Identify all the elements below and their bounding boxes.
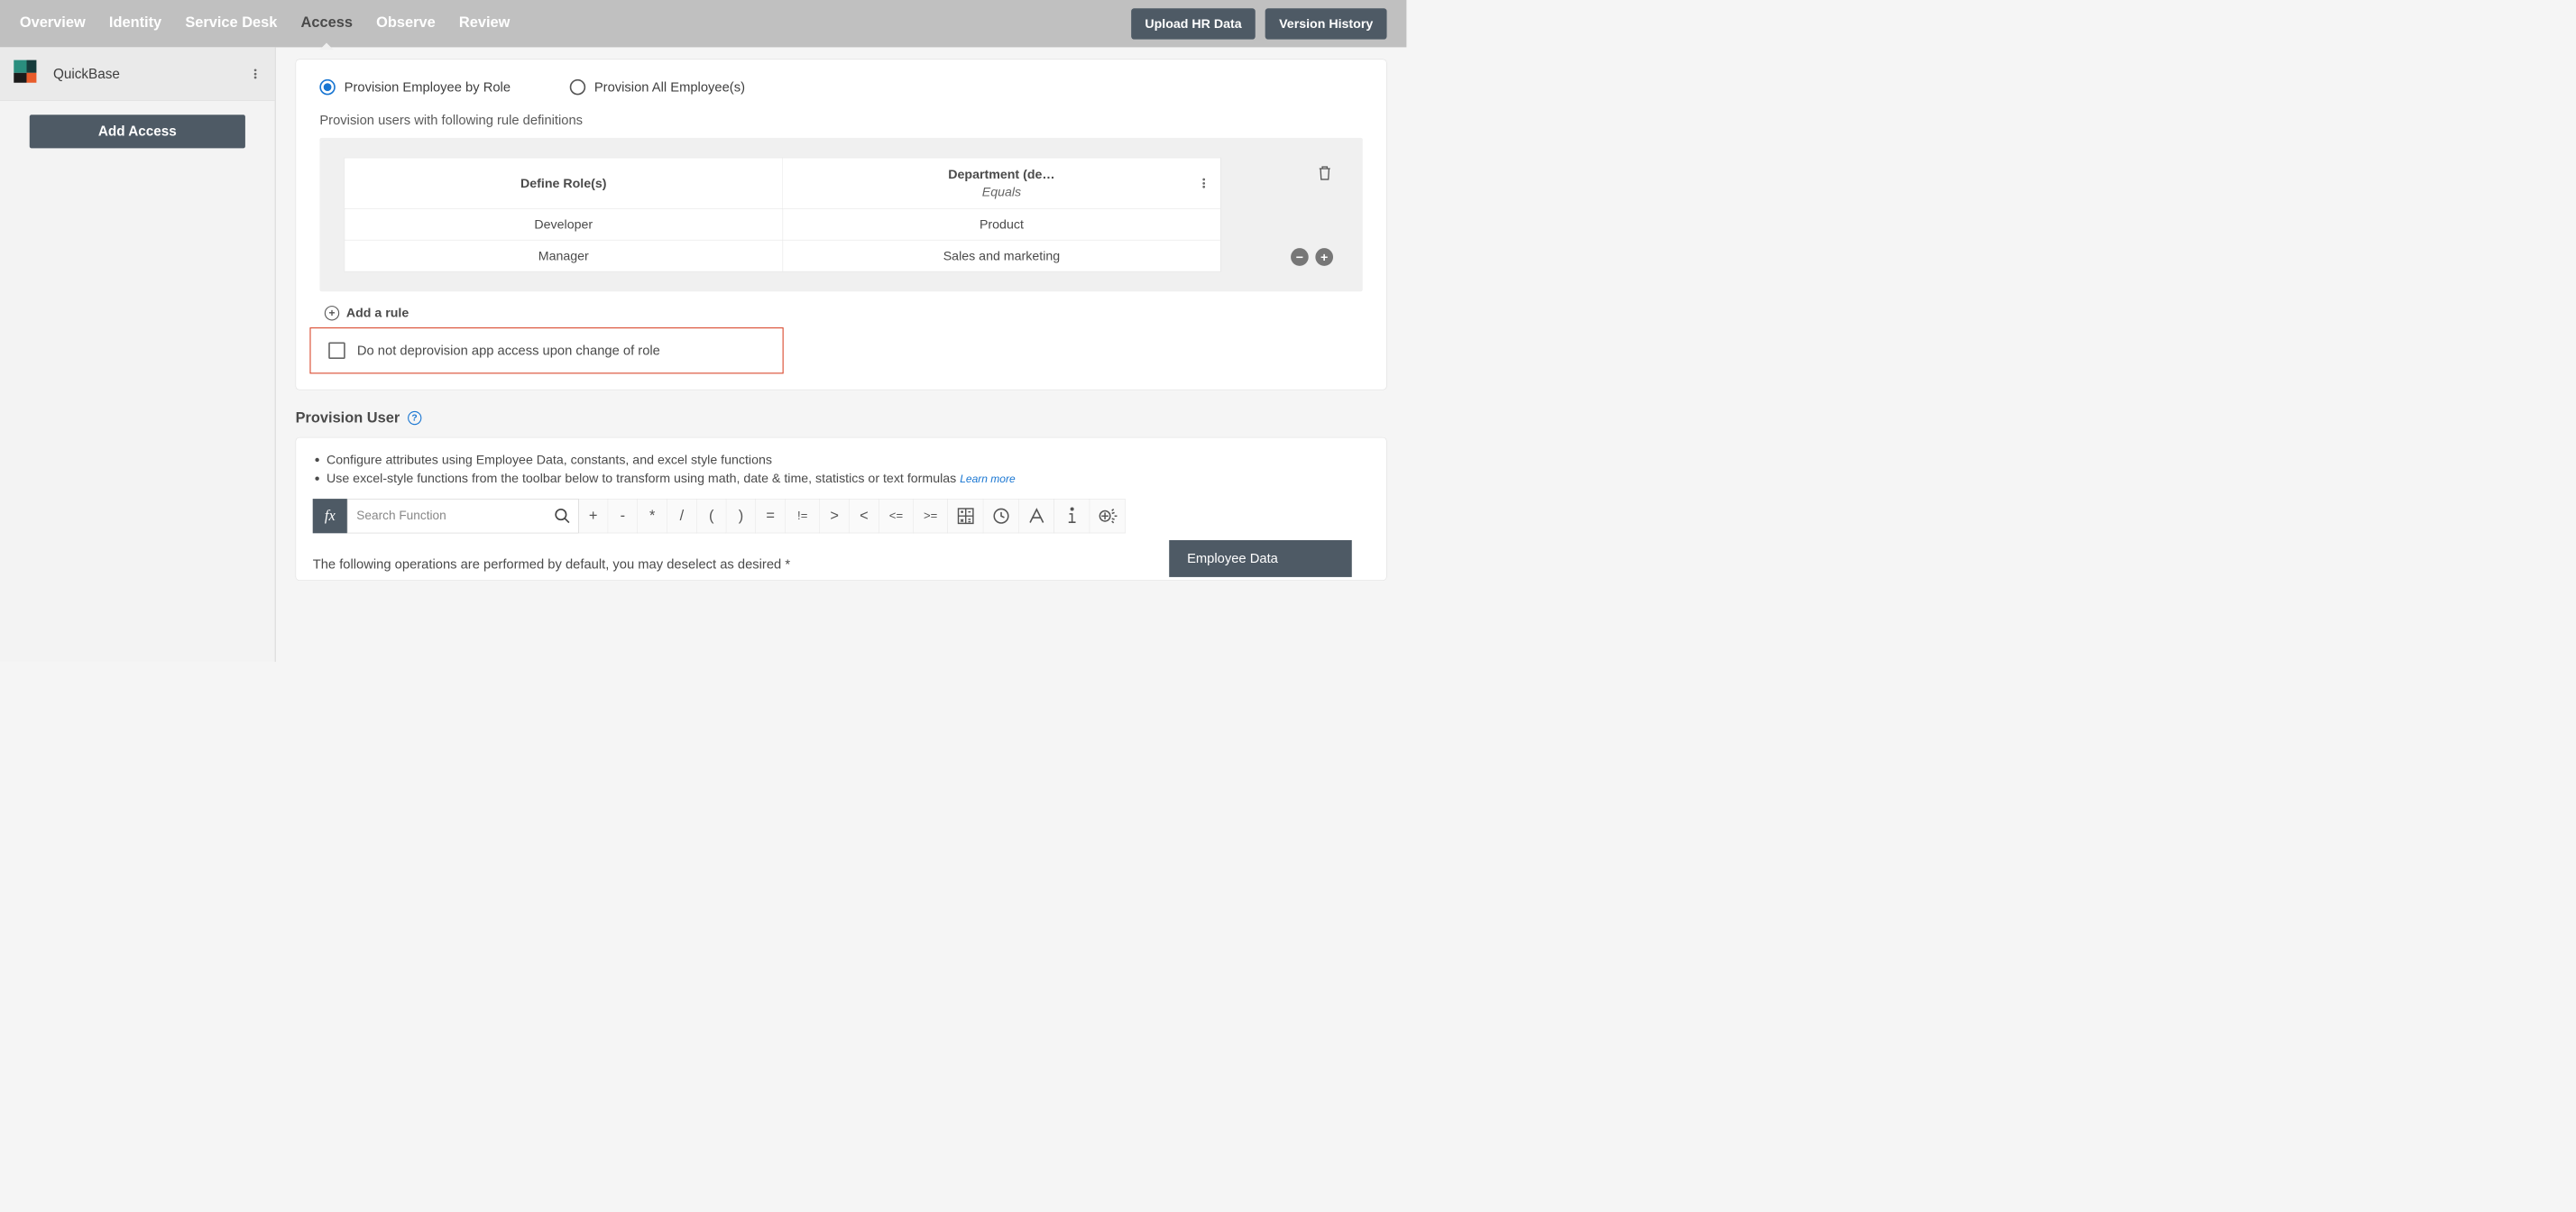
radio-provision-by-role[interactable]: Provision Employee by Role — [319, 79, 511, 95]
main-content: Provision Employee by Role Provision All… — [276, 47, 1407, 661]
cell-dept[interactable]: Product — [783, 208, 1221, 240]
col2-title: Department (de… — [793, 166, 1210, 183]
op-gt[interactable]: > — [820, 499, 850, 533]
bullet-1: Configure attributes using Employee Data… — [327, 451, 1369, 470]
nav-observe[interactable]: Observe — [376, 14, 436, 33]
op-eq[interactable]: = — [756, 499, 786, 533]
add-access-button[interactable]: Add Access — [30, 115, 245, 148]
sidebar-app-row[interactable]: QuickBase — [0, 47, 275, 101]
rules-table: Define Role(s) Department (de… Equals — [345, 158, 1221, 272]
op-lparen[interactable]: ( — [697, 499, 727, 533]
nav-overview[interactable]: Overview — [20, 14, 86, 33]
table-row: Developer Product — [345, 208, 1220, 240]
rule-definition-block: Define Role(s) Department (de… Equals — [319, 138, 1362, 291]
add-rule-button[interactable]: + Add a rule — [325, 306, 1363, 321]
op-minus[interactable]: - — [608, 499, 638, 533]
op-lte[interactable]: <= — [879, 499, 914, 533]
radio-selected-icon — [319, 79, 335, 95]
provision-rules-panel: Provision Employee by Role Provision All… — [296, 60, 1387, 390]
cell-role[interactable]: Developer — [345, 208, 783, 240]
add-row-icon[interactable]: + — [1315, 248, 1333, 266]
table-row: Manager Sales and marketing — [345, 240, 1220, 271]
no-deprovision-label: Do not deprovision app access upon chang… — [357, 343, 660, 358]
nav-review[interactable]: Review — [459, 14, 510, 33]
bullet-2: Use excel-style functions from the toolb… — [327, 469, 1369, 488]
search-function-input[interactable] — [356, 509, 548, 523]
plus-circle-icon: + — [325, 306, 339, 320]
version-history-button[interactable]: Version History — [1265, 8, 1387, 39]
help-icon[interactable]: ? — [408, 411, 421, 425]
radio-unselected-icon — [570, 79, 585, 95]
employee-data-button[interactable]: Employee Data — [1169, 540, 1351, 577]
ai-sparkle-icon[interactable] — [1090, 499, 1125, 533]
provision-user-title: Provision User — [296, 409, 400, 427]
upload-hr-data-button[interactable]: Upload HR Data — [1131, 8, 1256, 39]
learn-more-link[interactable]: Learn more — [960, 473, 1015, 485]
op-lt[interactable]: < — [850, 499, 879, 533]
nav-service-desk[interactable]: Service Desk — [185, 14, 277, 33]
top-navbar: Overview Identity Service Desk Access Ob… — [0, 0, 1406, 47]
provision-user-panel: Configure attributes using Employee Data… — [296, 437, 1387, 581]
col2-operator: Equals — [793, 183, 1210, 200]
add-rule-label: Add a rule — [346, 306, 409, 321]
formula-toolbar: fx + - * / ( ) = != > < <= >= — [313, 499, 1370, 533]
op-gte[interactable]: >= — [914, 499, 948, 533]
text-a-icon[interactable] — [1019, 499, 1054, 533]
search-icon[interactable] — [554, 507, 572, 525]
op-neq[interactable]: != — [786, 499, 820, 533]
sidebar-app-name: QuickBase — [53, 66, 249, 81]
delete-rule-icon[interactable] — [1318, 164, 1332, 183]
col-department: Department (de… Equals — [783, 158, 1221, 208]
remove-row-icon[interactable]: − — [1291, 248, 1309, 266]
rule-subheading: Provision users with following rule defi… — [319, 113, 1362, 128]
op-div[interactable]: / — [667, 499, 697, 533]
math-grid-icon[interactable] — [948, 499, 983, 533]
col-define-roles: Define Role(s) — [345, 158, 783, 208]
op-plus[interactable]: + — [579, 499, 609, 533]
checkbox-unchecked-icon[interactable] — [328, 343, 345, 360]
fx-icon[interactable]: fx — [313, 499, 347, 533]
cell-role[interactable]: Manager — [345, 240, 783, 271]
info-icon[interactable] — [1054, 499, 1090, 533]
quickbase-logo-icon — [14, 60, 41, 88]
column-more-icon[interactable] — [1198, 178, 1210, 189]
radio-provision-all[interactable]: Provision All Employee(s) — [570, 79, 745, 95]
no-deprovision-checkbox-row[interactable]: Do not deprovision app access upon chang… — [309, 327, 783, 373]
search-function-field — [347, 499, 579, 533]
nav-identity[interactable]: Identity — [109, 14, 161, 33]
more-icon[interactable] — [249, 68, 261, 79]
radio-all-label: Provision All Employee(s) — [594, 79, 745, 95]
clock-icon[interactable] — [983, 499, 1018, 533]
sidebar: QuickBase Add Access — [0, 47, 276, 661]
op-mult[interactable]: * — [638, 499, 667, 533]
nav-access[interactable]: Access — [301, 14, 353, 33]
radio-by-role-label: Provision Employee by Role — [345, 79, 511, 95]
op-rparen[interactable]: ) — [726, 499, 756, 533]
cell-dept[interactable]: Sales and marketing — [783, 240, 1221, 271]
